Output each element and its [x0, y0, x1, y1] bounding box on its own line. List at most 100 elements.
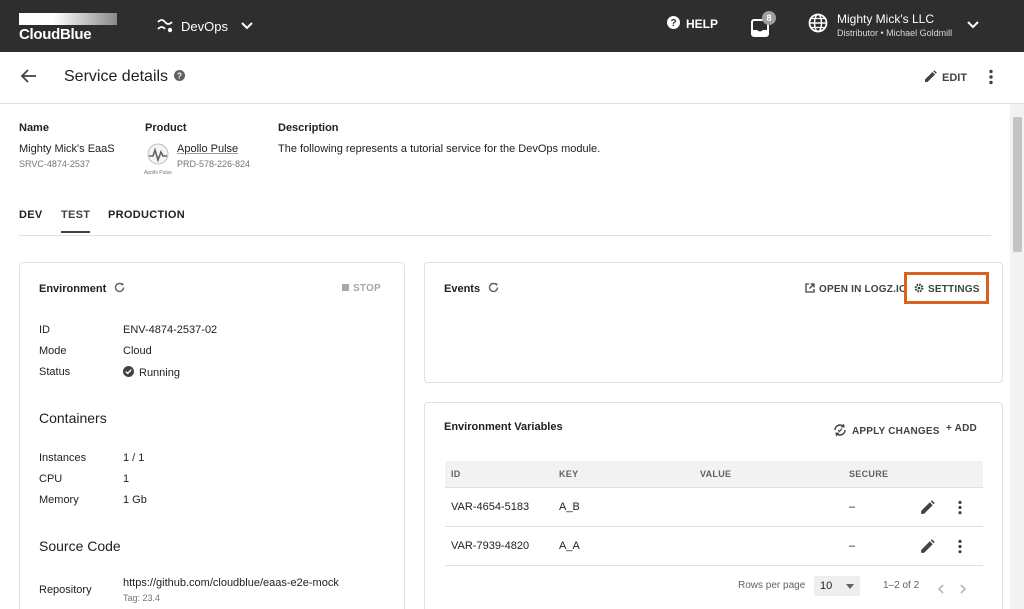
- page-title: Service details: [64, 68, 169, 85]
- events-title: Events: [444, 283, 481, 295]
- help-label: HELP: [686, 17, 719, 31]
- product-label: Product: [145, 122, 187, 134]
- product-id: PRD-578-226-824: [177, 159, 251, 169]
- environment-card: [19, 262, 405, 609]
- pencil-icon: [924, 70, 937, 86]
- cloudblue-logo[interactable]: CloudBlue: [19, 13, 117, 43]
- variable-secure: –: [849, 540, 856, 552]
- env-vars-table-header: ID KEY VALUE SECURE: [445, 461, 983, 488]
- top-bar: CloudBlue DevOps ? HELP 8 Mighty Mick's …: [0, 0, 1024, 52]
- help-button[interactable]: ? HELP: [667, 16, 718, 32]
- edit-button[interactable]: EDIT: [924, 70, 967, 86]
- notifications-button[interactable]: 8: [751, 11, 777, 38]
- apollo-pulse-icon: [147, 143, 169, 165]
- containers-title: Containers: [39, 410, 107, 426]
- memory-label: Memory: [39, 494, 79, 506]
- env-vars-title: Environment Variables: [444, 421, 563, 433]
- source-code-title: Source Code: [39, 538, 121, 554]
- product-logo: Apollo Pulse: [144, 143, 172, 176]
- rows-per-page-value: 10: [820, 580, 833, 592]
- column-header-secure: SECURE: [849, 469, 889, 479]
- column-header-id: ID: [451, 469, 461, 479]
- more-vert-icon[interactable]: [957, 539, 963, 559]
- tab-production[interactable]: PRODUCTION: [108, 209, 185, 221]
- variable-id: VAR-7939-4820: [451, 540, 530, 552]
- back-arrow-icon[interactable]: [20, 67, 38, 90]
- stop-icon: [342, 283, 349, 294]
- chevron-down-icon: [967, 16, 979, 34]
- env-status-value-wrap: Running: [123, 366, 180, 380]
- scrollbar-thumb[interactable]: [1013, 117, 1022, 252]
- check-circle-icon: [123, 366, 134, 380]
- refresh-icon[interactable]: [488, 282, 499, 296]
- apply-changes-button[interactable]: APPLY CHANGES: [832, 422, 940, 441]
- repository-label: Repository: [39, 584, 92, 596]
- refresh-icon[interactable]: [114, 282, 125, 296]
- devops-icon: [156, 18, 174, 34]
- page-header: Service details ? EDIT: [0, 52, 1024, 104]
- variable-id: VAR-4654-5183: [451, 501, 530, 513]
- environment-title-wrap: Environment: [39, 282, 125, 296]
- name-value: Mighty Mick's EaaS: [19, 143, 115, 155]
- environment-title: Environment: [39, 283, 107, 295]
- column-header-value: VALUE: [700, 469, 732, 479]
- env-status-label: Status: [39, 366, 71, 378]
- open-in-new-icon: [805, 283, 815, 296]
- tab-test[interactable]: TEST: [61, 209, 91, 233]
- logo-text: CloudBlue: [19, 26, 92, 43]
- chevron-down-icon: [241, 22, 253, 30]
- env-id-label: ID: [39, 324, 50, 336]
- repository-tag: Tag: 23.4: [123, 593, 161, 603]
- chevron-left-icon[interactable]: [937, 581, 944, 599]
- chevron-right-icon[interactable]: [960, 581, 967, 599]
- pencil-icon[interactable]: [920, 539, 935, 559]
- variable-secure: –: [849, 501, 856, 513]
- page-title-wrap: Service details ?: [64, 68, 186, 86]
- instances-value: 1 / 1: [123, 452, 145, 464]
- memory-value: 1 Gb: [123, 494, 147, 506]
- module-label: DevOps: [181, 18, 228, 34]
- env-mode-value: Cloud: [123, 345, 152, 357]
- product-link[interactable]: Apollo Pulse: [177, 143, 238, 155]
- globe-icon: [808, 13, 828, 38]
- more-vert-icon[interactable]: [957, 500, 963, 520]
- rows-per-page-select[interactable]: 10: [814, 576, 860, 596]
- tab-dev[interactable]: DEV: [19, 209, 43, 221]
- pencil-icon[interactable]: [920, 500, 935, 520]
- name-label: Name: [19, 122, 49, 134]
- repository-url[interactable]: https://github.com/cloudblue/eaas-e2e-mo…: [123, 577, 339, 589]
- add-variable-button[interactable]: + ADD: [946, 423, 977, 434]
- stop-label: STOP: [353, 283, 381, 294]
- table-row: VAR-7939-4820 A_A –: [445, 527, 983, 566]
- table-row: VAR-4654-5183 A_B –: [445, 488, 983, 527]
- more-vert-icon[interactable]: [988, 69, 994, 90]
- name-id: SRVC-4874-2537: [19, 159, 90, 169]
- env-id-value: ENV-4874-2537-02: [123, 324, 218, 336]
- svg-text:?: ?: [177, 71, 182, 81]
- column-header-key: KEY: [559, 469, 579, 479]
- description-value: The following represents a tutorial serv…: [278, 143, 601, 155]
- settings-highlight-box: [904, 272, 989, 304]
- account-name: Mighty Mick's LLC: [837, 12, 934, 26]
- cpu-label: CPU: [39, 473, 63, 485]
- cpu-value: 1: [123, 473, 130, 485]
- instances-label: Instances: [39, 452, 87, 464]
- sync-icon: [832, 422, 848, 441]
- help-icon: ?: [667, 16, 680, 32]
- account-subtitle: Distributor • Michael Goldmill: [837, 28, 953, 38]
- logo-bar: [19, 13, 117, 25]
- arrow-drop-down-icon: [846, 584, 854, 589]
- open-in-logz-button[interactable]: OPEN IN LOGZ.IO: [805, 283, 907, 296]
- env-mode-label: Mode: [39, 345, 67, 357]
- product-icon-caption: Apollo Pulse: [144, 170, 172, 176]
- description-label: Description: [278, 122, 339, 134]
- module-switcher[interactable]: DevOps: [156, 14, 253, 38]
- variable-key: A_A: [559, 540, 580, 552]
- account-switcher[interactable]: Mighty Mick's LLC Distributor • Michael …: [808, 12, 979, 38]
- env-status-value: Running: [139, 367, 180, 379]
- stop-button[interactable]: STOP: [342, 283, 381, 294]
- pagination-range: 1–2 of 2: [883, 580, 920, 591]
- help-circle-icon[interactable]: ?: [174, 68, 186, 86]
- notification-badge: 8: [762, 11, 776, 25]
- edit-label: EDIT: [942, 72, 968, 84]
